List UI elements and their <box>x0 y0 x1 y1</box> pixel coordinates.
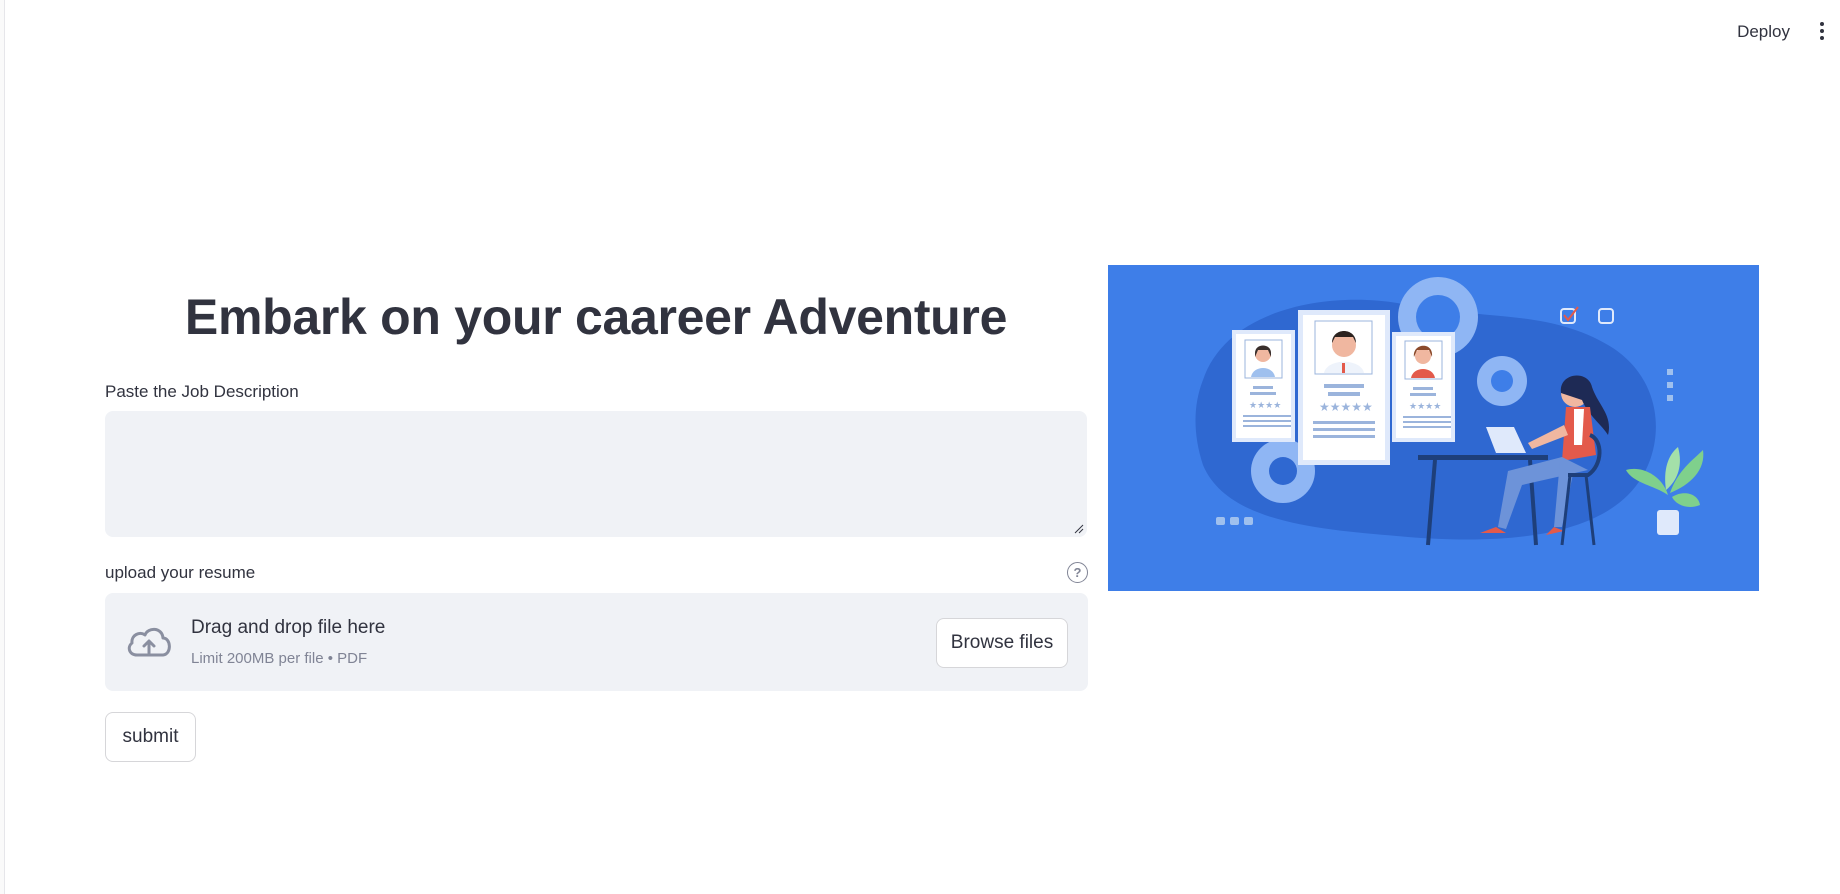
browse-files-button[interactable]: Browse files <box>936 618 1068 668</box>
svg-text:★★★★★: ★★★★★ <box>1319 400 1373 414</box>
job-description-input[interactable] <box>105 411 1087 537</box>
app-header: Deploy <box>5 0 1840 60</box>
recruitment-illustration: ★★★★ ★★★★★ ★★★★ <box>1108 265 1759 591</box>
dropzone-title: Drag and drop file here <box>191 617 386 638</box>
vertical-ellipsis-icon[interactable] <box>1810 18 1834 44</box>
deploy-button[interactable]: Deploy <box>1731 18 1796 46</box>
job-description-label: Paste the Job Description <box>105 382 299 401</box>
sidebar-edge <box>0 0 5 894</box>
submit-button[interactable]: submit <box>105 712 196 762</box>
cloud-upload-icon <box>127 627 171 657</box>
question-circle-icon[interactable]: ? <box>1067 562 1088 583</box>
resize-handle-icon[interactable] <box>1074 524 1084 534</box>
page-title: Embark on your caareer Adventure <box>184 289 1008 345</box>
file-dropzone[interactable]: Drag and drop file here Limit 200MB per … <box>105 593 1088 691</box>
upload-resume-label: upload your resume <box>105 563 256 582</box>
dropzone-limit: Limit 200MB per file • PDF <box>191 650 368 667</box>
svg-text:★★★★: ★★★★ <box>1409 402 1441 412</box>
svg-text:★★★★: ★★★★ <box>1249 401 1281 411</box>
hero-illustration-svg: ★★★★ ★★★★★ ★★★★ <box>1108 265 1759 591</box>
